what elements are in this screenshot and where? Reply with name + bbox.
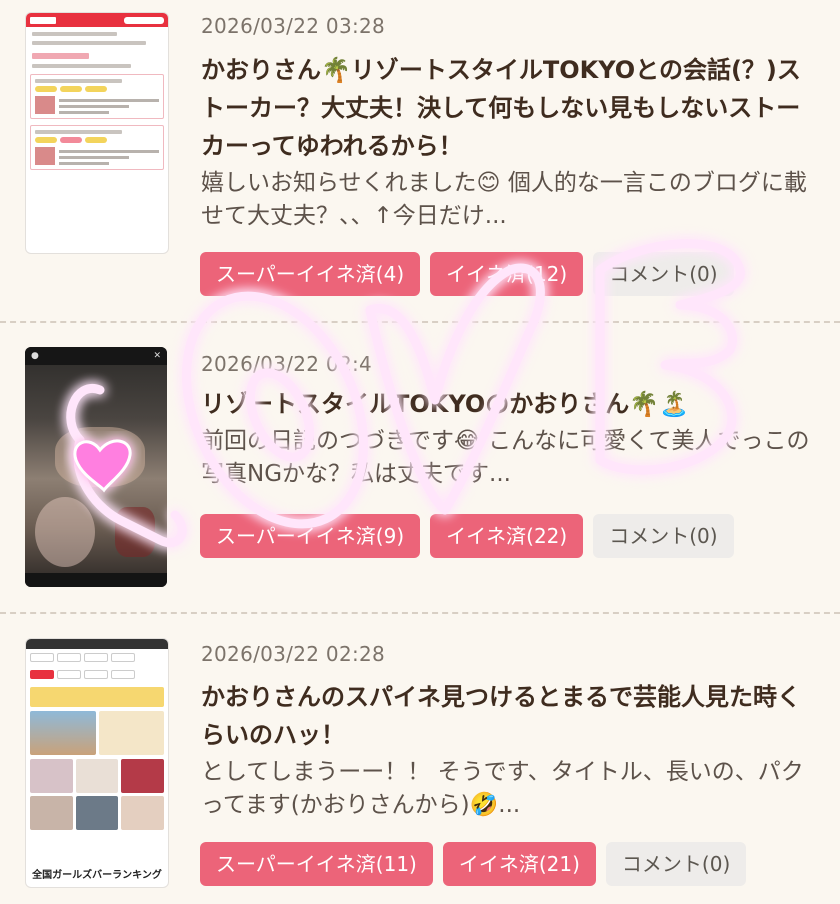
super-like-button[interactable]: スーパーイイネ済(4) [200,252,421,296]
comment-button[interactable]: コメント(0) [593,252,734,296]
post-thumbnail[interactable] [25,12,169,254]
post-actions: スーパーイイネ済(11) イイネ済(21) コメント(0) [200,842,747,886]
post-date: 2026/03/22 02:4 [201,352,373,376]
blog-feed: 2026/03/22 03:28 かおりさん🌴リゾートスタイルTOKYOとの会話… [0,0,840,904]
thumbnail-topbar: ● ✕ [25,347,167,365]
blog-post[interactable]: ● ✕ 2026/03/22 02:4 リゾートスタイルTOKYOのかおりさん🌴🏝… [0,323,840,613]
thumbnail-caption: 全国ガールズバーランキング [32,870,162,881]
comment-button[interactable]: コメント(0) [593,514,734,558]
blog-post[interactable]: 全国ガールズバーランキング 2026/03/22 02:28 かおりさんのスパイ… [0,614,840,904]
thumbnail-header [26,13,168,27]
like-button[interactable]: イイネ済(22) [430,514,584,558]
super-like-button[interactable]: スーパーイイネ済(11) [200,842,433,886]
post-excerpt: 前回の日記のつづきです😂 こんなに可愛くて美人でっこの写真NGかな？私は丈夫です… [201,428,810,487]
post-date: 2026/03/22 02:28 [201,642,386,666]
post-thumbnail[interactable]: ● ✕ [25,347,167,587]
post-excerpt: としてしまうーー！！ そうです、タイトル、長いの、パクってます(かおりさんから)… [201,759,804,818]
post-actions: スーパーイイネ済(4) イイネ済(12) コメント(0) [200,252,734,296]
like-button[interactable]: イイネ済(21) [442,842,596,886]
super-like-button[interactable]: スーパーイイネ済(9) [200,514,421,558]
post-date: 2026/03/22 03:28 [201,14,386,38]
post-title[interactable]: かおりさんのスパイネ見つけるとまるで芸能人見た時くらいのハッ！ [201,678,811,754]
blog-post[interactable]: 2026/03/22 03:28 かおりさん🌴リゾートスタイルTOKYOとの会話… [0,0,840,322]
comment-button[interactable]: コメント(0) [605,842,747,886]
like-button[interactable]: イイネ済(12) [430,252,584,296]
post-actions: スーパーイイネ済(9) イイネ済(22) コメント(0) [200,514,734,558]
post-title[interactable]: リゾートスタイルTOKYOのかおりさん🌴🏝️ [201,385,811,423]
post-excerpt: 嬉しいお知らせくれました😊 個人的な一言このブログに載せて大丈夫？、、↑今日だけ… [201,170,807,229]
post-thumbnail[interactable]: 全国ガールズバーランキング [25,638,169,888]
post-title[interactable]: かおりさん🌴リゾートスタイルTOKYOとの会話(？)ストーカー？大丈夫！決して何… [201,51,811,165]
